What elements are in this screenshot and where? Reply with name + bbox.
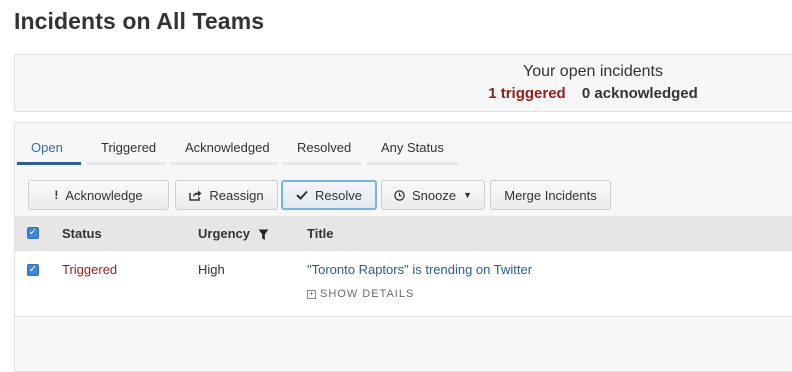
bulk-action-toolbar: ! Acknowledge Reassign Resolve Snooze ▼ … <box>28 180 792 210</box>
incidents-panel: Open Triggered Acknowledged Resolved Any… <box>14 122 792 372</box>
acknowledged-count-link[interactable]: 0 acknowledged <box>582 85 698 102</box>
column-header-title[interactable]: Title <box>307 226 334 241</box>
summary-counts: 1 triggered 0 acknowledged <box>15 85 792 102</box>
column-header-status[interactable]: Status <box>62 226 102 241</box>
snooze-button-label: Snooze <box>411 187 457 203</box>
tab-any-status[interactable]: Any Status <box>367 137 459 165</box>
acknowledge-button-label: Acknowledge <box>65 187 143 203</box>
merge-incidents-button-label: Merge Incidents <box>504 187 597 203</box>
plus-box-icon: + <box>307 289 316 299</box>
tab-resolved-label: Resolved <box>297 140 352 155</box>
select-all-checkbox[interactable]: ✓ <box>27 227 39 239</box>
exclamation-icon: ! <box>54 188 59 202</box>
tab-open-label: Open <box>31 140 63 155</box>
row-checkbox[interactable]: ✓ <box>27 264 39 276</box>
checkmark-icon <box>296 190 308 200</box>
tab-open[interactable]: Open <box>17 137 81 165</box>
acknowledge-button[interactable]: ! Acknowledge <box>28 180 169 210</box>
snooze-button[interactable]: Snooze ▼ <box>381 180 485 210</box>
status-tabs: Open Triggered Acknowledged Resolved Any… <box>15 123 792 167</box>
tab-any-status-label: Any Status <box>381 140 444 155</box>
resolve-button[interactable]: Resolve <box>281 180 377 210</box>
resolve-button-label: Resolve <box>315 187 362 203</box>
merge-incidents-button[interactable]: Merge Incidents <box>490 180 611 210</box>
show-details-toggle[interactable]: + SHOW DETAILS <box>307 288 414 300</box>
column-header-urgency[interactable]: Urgency <box>198 226 250 241</box>
page-title: Incidents on All Teams <box>14 8 265 34</box>
tab-triggered-label: Triggered <box>101 140 157 155</box>
incident-urgency: High <box>198 262 225 277</box>
show-details-label: SHOW DETAILS <box>320 288 415 300</box>
filter-icon[interactable] <box>258 228 269 246</box>
incident-status: Triggered <box>62 262 118 277</box>
tab-acknowledged-label: Acknowledged <box>185 140 270 155</box>
clock-icon <box>394 189 405 201</box>
tab-acknowledged[interactable]: Acknowledged <box>171 137 277 165</box>
summary-heading: Your open incidents <box>523 63 663 80</box>
reassign-button-label: Reassign <box>209 187 264 203</box>
open-incidents-summary: Your open incidents 1 triggered 0 acknow… <box>14 54 792 112</box>
reassign-button[interactable]: Reassign <box>175 180 278 210</box>
triggered-count-link[interactable]: 1 triggered <box>488 85 566 102</box>
incident-title-link[interactable]: "Toronto Raptors" is trending on Twitter <box>307 262 532 277</box>
share-icon <box>189 189 202 201</box>
tab-triggered[interactable]: Triggered <box>87 137 165 165</box>
table-header: ✓ Status Urgency Title <box>15 216 792 251</box>
chevron-down-icon: ▼ <box>463 190 472 200</box>
tab-resolved[interactable]: Resolved <box>283 137 361 165</box>
table-row: ✓ Triggered High "Toronto Raptors" is tr… <box>15 251 792 317</box>
